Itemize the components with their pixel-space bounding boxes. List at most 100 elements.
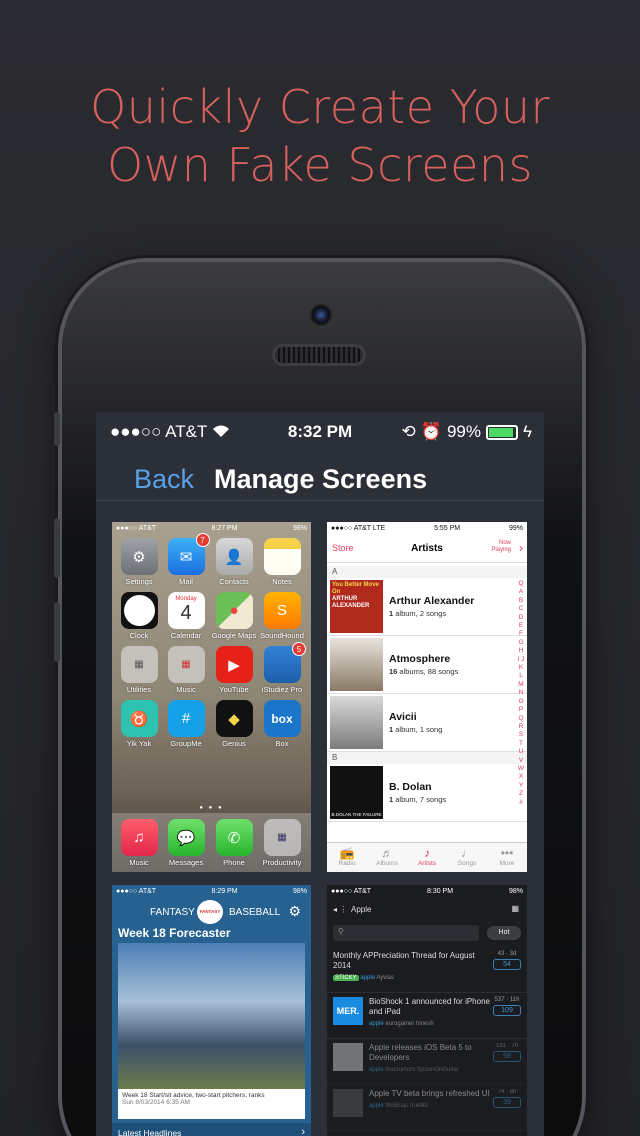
app-label: SoundHound	[260, 631, 304, 640]
thumb-carrier: ●●●○○ AT&T	[116, 525, 157, 532]
map-icon: ●	[215, 592, 253, 629]
tab-songs[interactable]: ♩ Songs	[447, 843, 487, 872]
app-youtube: ▶ YouTube	[211, 646, 257, 694]
headline-line-1: Quickly Create Your	[90, 80, 550, 134]
app-calendar: Monday 4 Calendar	[163, 592, 209, 640]
app-store-screenshot: Quickly Create Your Own Fake Screens ●●●…	[0, 0, 640, 1136]
latest-headlines-row[interactable]: Latest Headlines ›	[112, 1123, 311, 1136]
post-thumbnail	[333, 1089, 363, 1117]
chevron-right-icon: ›	[301, 1126, 305, 1136]
contacts-icon: 👤	[215, 538, 253, 575]
list-item[interactable]: Apple releases iOS Beta 5 to Developers a…	[327, 1039, 527, 1085]
app-label: Box	[275, 739, 289, 748]
nav-divider	[96, 500, 544, 501]
comment-count[interactable]: 109	[493, 1005, 521, 1016]
post-sub: apple	[360, 975, 376, 981]
volume-up-button	[54, 518, 60, 578]
grid-icon[interactable]: ▦	[511, 904, 519, 913]
search-input[interactable]: ⚲	[333, 925, 479, 941]
dock-phone: ✆ Phone	[211, 819, 257, 867]
thumb-time: 8:27 PM	[211, 525, 238, 532]
chevron-right-icon: ›	[519, 541, 523, 555]
thumb-status-bar: ●●●○○ AT&T 8:29 PM 98%	[112, 885, 311, 898]
app-box: box Box	[259, 700, 305, 748]
list-item[interactable]: Atmosphere 16 albums, 88 songs	[327, 636, 527, 694]
tab-more[interactable]: ••• More	[487, 843, 527, 872]
album-art-text: You Better Move On	[332, 582, 379, 595]
albums-icon: ♬	[381, 846, 393, 860]
list-item[interactable]: Apple TV beta brings refreshed UI apple 9…	[327, 1085, 527, 1131]
mute-switch	[54, 412, 60, 446]
comment-count[interactable]: 39	[493, 1097, 521, 1108]
back-button[interactable]: Back	[134, 464, 194, 495]
app-label: Calendar	[170, 631, 202, 640]
post-title: BioShock 1 announced for iPhone and iPad	[369, 997, 490, 1016]
mail-badge: 7	[195, 533, 210, 547]
artist-detail-text: album, 2 songs	[393, 609, 447, 618]
front-camera-icon	[310, 304, 332, 326]
tab-label: Artists	[417, 860, 437, 867]
fantasy-logo: FANTASY	[197, 900, 223, 924]
brand-left: FANTASY	[150, 907, 195, 918]
screen-thumbnail-fantasy[interactable]: ●●●○○ AT&T 8:29 PM 98% FANTASY FANTASY B…	[112, 885, 311, 1136]
rotation-lock-icon: ⟲	[401, 422, 416, 441]
album-art-text: ARTHUR ALEXANDER	[332, 596, 370, 609]
caption-text: Week 18 Start/sit advice, two-start pitc…	[122, 1092, 265, 1099]
app-yik-yak: ♉ Yik Yak	[116, 700, 162, 748]
app-label: Clock	[129, 631, 149, 640]
istudiez-badge: 5	[292, 642, 306, 656]
screen-thumbnail-music[interactable]: ●●●○○ AT&T LTE 5:55 PM 99% Store Artists…	[327, 522, 527, 872]
more-icon: •••	[500, 846, 514, 860]
list-item[interactable]: MER. BioShock 1 announced for iPhone and…	[327, 993, 527, 1039]
thumb-time: 5:55 PM	[434, 525, 461, 532]
clock-icon	[120, 592, 158, 629]
sort-hot-button[interactable]: Hot	[487, 926, 521, 940]
album-art	[330, 696, 383, 749]
list-item[interactable]: Monthly APPreciation Thread for August 2…	[327, 947, 527, 993]
page-indicator: ● ● ●	[199, 805, 224, 811]
tab-artists[interactable]: ♪ Artists	[407, 843, 447, 872]
search-icon: ⚲	[338, 927, 344, 936]
message-bubble-icon: 💬	[167, 819, 205, 856]
app-utilities: ▦ Utilities	[116, 646, 162, 694]
reddit-nav: ◂ ⋮ Apple ▦	[327, 899, 527, 921]
tab-label: Radio	[338, 860, 356, 867]
now-playing-button[interactable]: Now Playing	[483, 540, 511, 554]
thumb-carrier: ●●●○○ AT&T LTE	[331, 525, 386, 532]
gear-icon[interactable]: ⚙	[288, 903, 301, 920]
caption-date: Sun 8/03/2014 6:35 AM	[122, 1099, 190, 1106]
post-score: 43 · 3d	[497, 951, 517, 957]
thumb-battery: 98%	[292, 525, 307, 532]
status-bar: ●●●○○ AT&T 8:32 PM ⟲ ⏰ 99% ϟ	[96, 412, 544, 452]
headline-line-2: Own Fake Screens	[106, 138, 534, 192]
app-label: Mail	[179, 577, 193, 586]
artist-detail-text: album, 1 song	[393, 725, 443, 734]
tab-albums[interactable]: ♬ Albums	[367, 843, 407, 872]
battery-icon	[486, 424, 518, 440]
mail-icon: ✉ 7	[167, 533, 210, 575]
list-item[interactable]: You Better Move On ARTHUR ALEXANDER Arthu…	[327, 578, 527, 636]
comment-count[interactable]: 58	[493, 1051, 521, 1062]
artists-icon: ♪	[424, 846, 430, 860]
album-art: B.DOLAN THE FAILURE	[330, 766, 383, 819]
tab-radio[interactable]: 📻 Radio	[327, 843, 367, 872]
post-title: Apple TV beta brings refreshed UI	[369, 1089, 490, 1098]
menu-icon[interactable]: ◂ ⋮	[333, 905, 347, 914]
screen-thumbnail-reddit[interactable]: ●●●○○ AT&T 8:30 PM 98% ◂ ⋮ Apple ▦ ⚲ Hot…	[327, 885, 527, 1136]
screen-thumbnail-home[interactable]: ●●●○○ AT&T 8:27 PM 98% ⚙ Settings ✉ 7 Mail …	[112, 522, 311, 872]
dock-messages: 💬 Messages	[163, 819, 209, 867]
album-art	[330, 638, 383, 691]
list-item[interactable]: Avicii 1 album, 1 song	[327, 694, 527, 752]
diamond-icon: ◆	[215, 700, 253, 737]
alphabet-index[interactable]: Q A B C D E F G H I J K L M N O P Q R S …	[517, 580, 525, 807]
post-sub: apple	[369, 1103, 384, 1109]
comment-count[interactable]: 54	[493, 959, 521, 970]
navigation-bar: Back Manage Screens	[96, 452, 544, 514]
section-header: B	[327, 752, 527, 764]
list-item[interactable]: B.DOLAN THE FAILURE B. Dolan 1 album, 7 s…	[327, 764, 527, 822]
app-label: Google Maps	[211, 631, 257, 640]
folder-icon: ▦	[263, 819, 301, 856]
app-groupme: # GroupMe	[163, 700, 209, 748]
dock: ♫ Music 💬 Messages ✆ Phone ▦ Productivity	[112, 813, 311, 872]
dock-music: ♫ Music	[116, 819, 162, 867]
